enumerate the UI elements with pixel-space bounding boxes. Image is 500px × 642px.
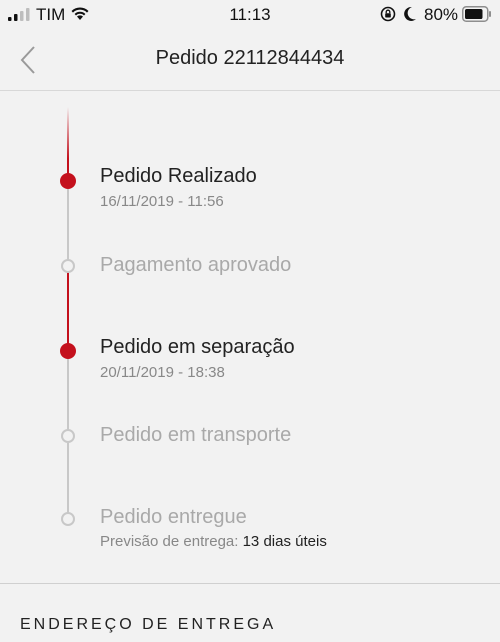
- timeline-dot-completed: [60, 173, 76, 189]
- step-title: Pedido Realizado: [100, 165, 257, 187]
- order-status-timeline: Pedido Realizado 16/11/2019 - 11:56 Paga…: [0, 91, 500, 583]
- delivery-forecast: Previsão de entrega: 13 dias úteis: [100, 533, 327, 550]
- timeline-connector: [67, 189, 69, 261]
- timeline-connector-top: [67, 107, 69, 181]
- timeline-connector: [67, 443, 69, 514]
- delivery-address-heading: ENDEREÇO DE ENTREGA: [20, 616, 277, 633]
- moon-icon: [404, 6, 416, 21]
- status-bar: TIM 11:13 80%: [0, 0, 500, 30]
- page-title: Pedido 22112844434: [155, 47, 345, 69]
- timeline-dot-pending: [61, 429, 75, 443]
- timeline-dot-pending: [61, 512, 75, 526]
- battery-percentage: 80%: [424, 5, 459, 24]
- delivery-forecast-label: Previsão de entrega:: [100, 533, 239, 550]
- step-date: 16/11/2019 - 11:56: [100, 193, 224, 210]
- delivery-forecast-value: 13 dias úteis: [242, 533, 327, 550]
- timeline-connector: [67, 354, 69, 431]
- timeline-dot-completed: [60, 343, 76, 359]
- timeline-dot-pending: [61, 259, 75, 273]
- step-date: 20/11/2019 - 18:38: [100, 364, 225, 381]
- step-title: Pedido entregue: [100, 506, 247, 528]
- orientation-lock-icon: [380, 6, 396, 22]
- step-title: Pagamento aprovado: [100, 254, 292, 276]
- section-divider: [0, 583, 500, 584]
- battery-icon: [462, 6, 491, 22]
- nav-header: Pedido 22112844434: [0, 30, 500, 90]
- step-title: Pedido em separação: [100, 336, 295, 358]
- step-title: Pedido em transporte: [100, 424, 292, 446]
- timeline-connector: [67, 272, 69, 346]
